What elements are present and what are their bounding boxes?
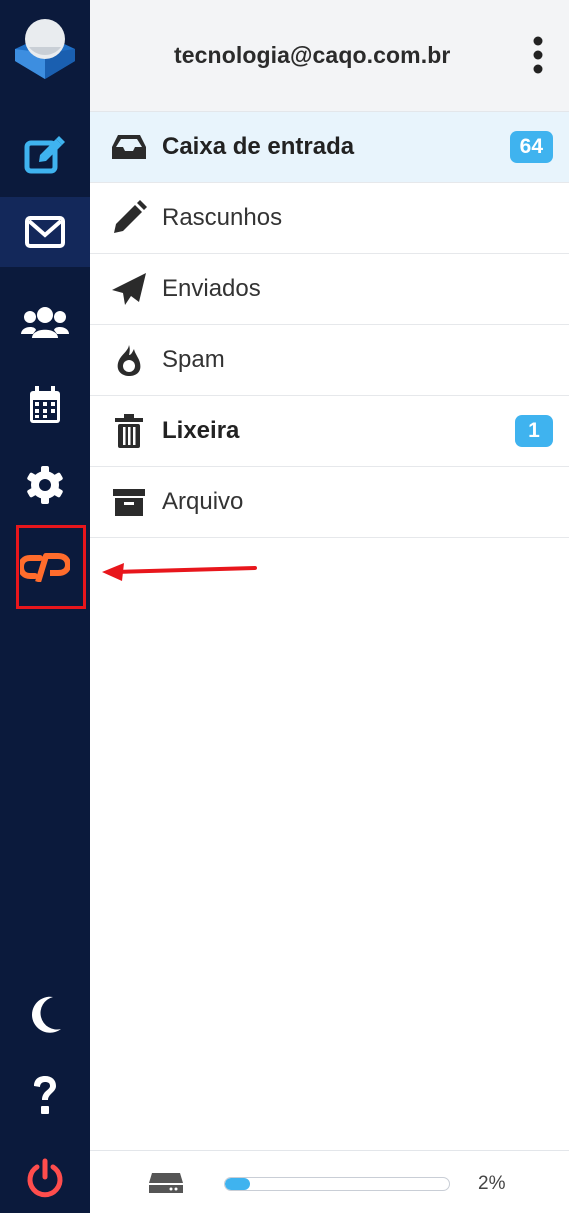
- compose-icon: [24, 136, 65, 174]
- rail-calendar[interactable]: [0, 370, 90, 440]
- unread-badge: 64: [509, 131, 553, 163]
- folder-sent[interactable]: Enviados: [90, 254, 569, 325]
- rail-logout[interactable]: [0, 1143, 90, 1213]
- envelope-icon: [25, 216, 65, 248]
- account-email[interactable]: tecnologia@caqo.com.br: [174, 42, 450, 69]
- help-icon: [34, 1076, 56, 1114]
- calendar-icon: [30, 386, 60, 423]
- archive-icon: [110, 485, 148, 519]
- folder-drafts[interactable]: Rascunhos: [90, 183, 569, 254]
- storage-icon: [149, 1173, 183, 1193]
- quota-percent: 2%: [478, 1173, 506, 1194]
- paper-plane-icon: [110, 272, 148, 306]
- trash-icon: [110, 414, 148, 448]
- moon-icon: [32, 996, 61, 1033]
- folder-trash[interactable]: Lixeira 1: [90, 396, 569, 467]
- folder-archive[interactable]: Arquivo: [90, 467, 569, 538]
- rail-mail[interactable]: [0, 197, 90, 267]
- rail-settings[interactable]: [0, 450, 90, 520]
- inbox-icon: [110, 130, 148, 164]
- unread-badge: 1: [515, 415, 553, 447]
- folder-list: Caixa de entrada 64 Rascunhos Enviados S…: [90, 112, 569, 538]
- rail-theme[interactable]: [0, 980, 90, 1050]
- folder-label: Arquivo: [162, 488, 244, 515]
- kebab-icon[interactable]: [532, 36, 544, 74]
- app-logo-icon: [15, 19, 75, 79]
- folder-spam[interactable]: Spam: [90, 325, 569, 396]
- folder-inbox[interactable]: Caixa de entrada 64: [90, 112, 569, 183]
- app-logo[interactable]: [0, 0, 90, 98]
- folder-label: Lixeira: [162, 417, 240, 444]
- rail-contacts[interactable]: [0, 288, 90, 358]
- power-icon: [27, 1158, 63, 1198]
- quota-footer: 2%: [90, 1150, 569, 1213]
- pencil-icon: [110, 200, 148, 235]
- rail-compose[interactable]: [0, 120, 90, 190]
- annotation-arrow-icon: [102, 563, 257, 581]
- folder-label: Enviados: [162, 275, 261, 302]
- fire-icon: [110, 343, 148, 377]
- gear-icon: [27, 466, 63, 504]
- quota-progress-fill: [225, 1178, 250, 1190]
- rail-help[interactable]: [0, 1060, 90, 1130]
- folder-label: Rascunhos: [162, 204, 283, 231]
- account-header: tecnologia@caqo.com.br: [90, 0, 569, 112]
- folder-label: Spam: [162, 346, 225, 373]
- highlight-box: [16, 525, 86, 609]
- quota-progress-bar: [224, 1177, 450, 1191]
- folder-label: Caixa de entrada: [162, 133, 355, 160]
- users-icon: [21, 307, 69, 338]
